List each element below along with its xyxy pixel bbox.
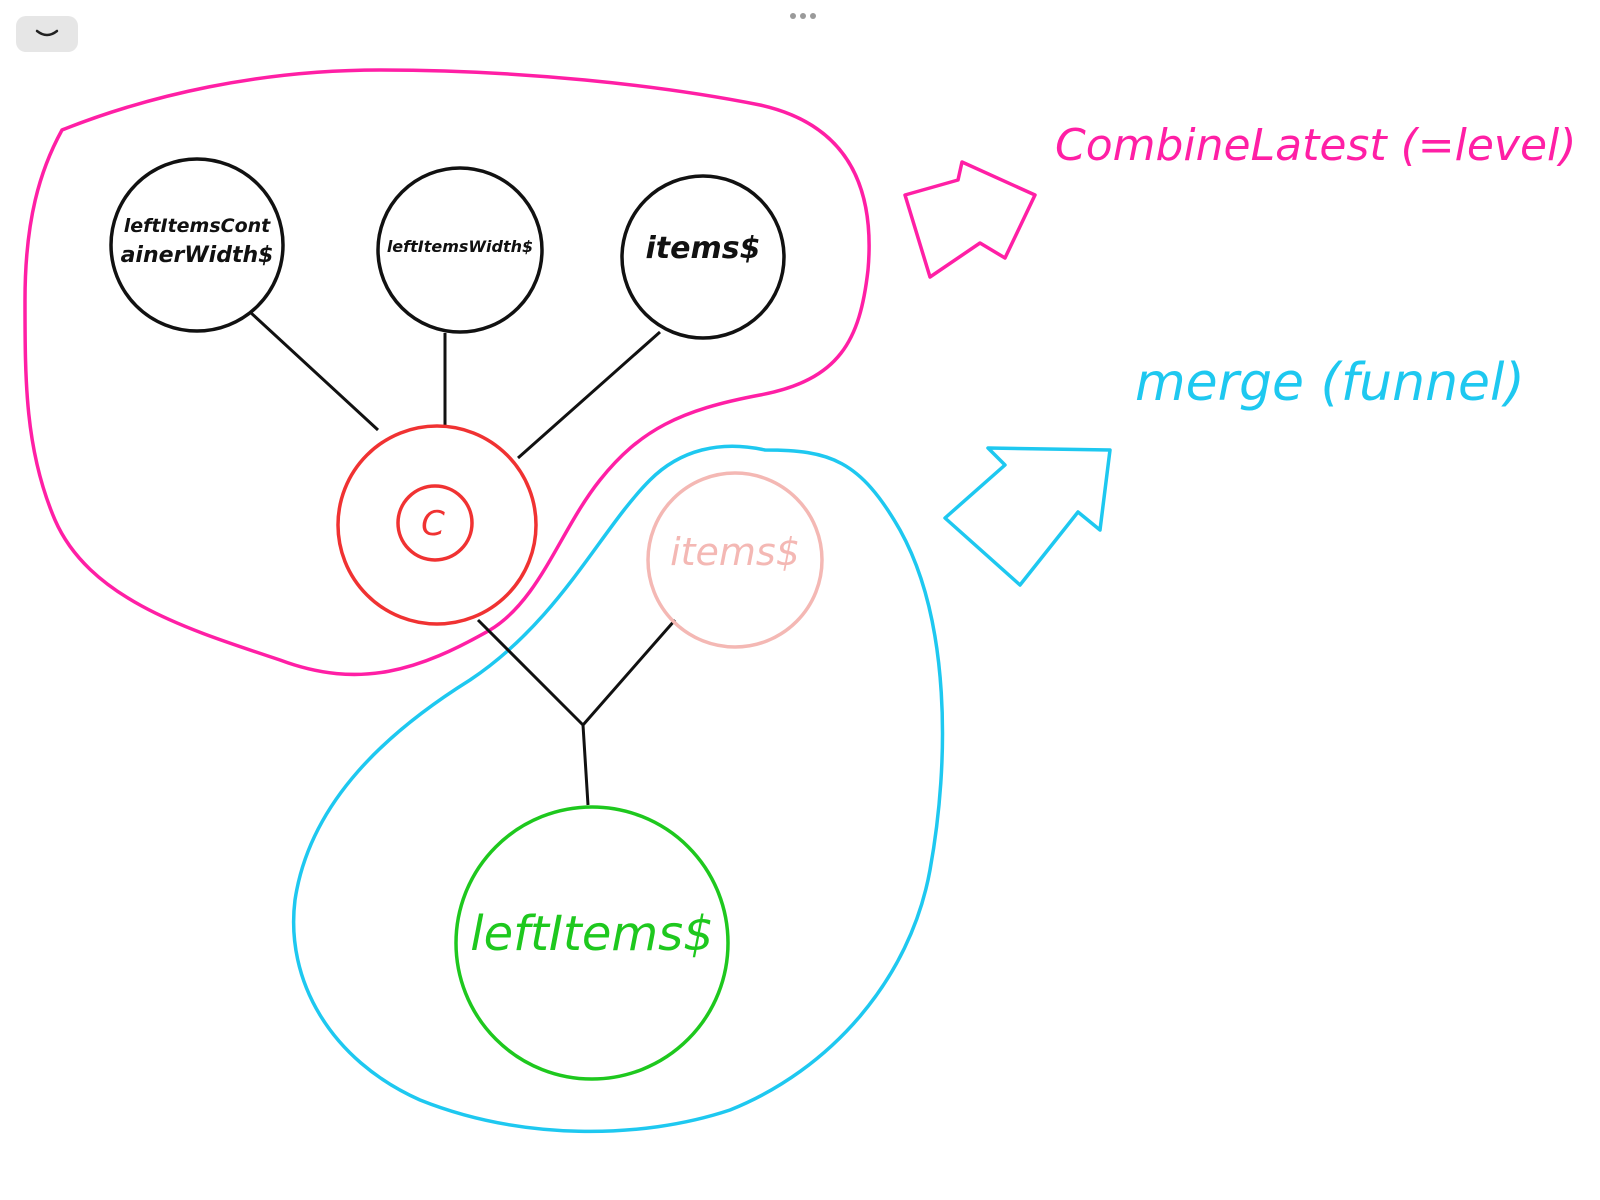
diagram-drawing: leftItemsCont ainerWidth$ leftItemsWidth… <box>23 68 1576 1134</box>
edge-items-to-combine <box>517 330 661 460</box>
node-label: leftItemsWidth$ <box>387 237 533 256</box>
combine-latest-annotation: CombineLatest (=level) <box>1055 120 1576 171</box>
node-left-items-width: leftItemsWidth$ <box>376 166 544 334</box>
merge-annotation: merge (funnel) <box>1135 353 1525 413</box>
edge-combine-to-left-items <box>476 618 585 727</box>
node-label: leftItems$ <box>470 906 713 962</box>
node-label: items$ <box>670 530 800 574</box>
combine-latest-arrow-icon <box>903 160 1037 279</box>
node-items: items$ <box>620 174 786 340</box>
node-left-items-container-width: leftItemsCont ainerWidth$ <box>109 157 285 333</box>
whiteboard-canvas: leftItemsCont ainerWidth$ leftItemsWidth… <box>0 0 1600 1200</box>
combine-symbol: C <box>421 504 445 544</box>
merge-arrow-icon <box>943 446 1112 587</box>
node-items-faded: items$ <box>646 471 824 649</box>
merge-group-outline <box>291 444 945 1134</box>
node-label: ainerWidth$ <box>121 243 274 268</box>
edge-faded-items-to-left-items <box>581 619 677 726</box>
node-label: leftItemsCont <box>124 215 271 237</box>
edge-merge-to-left-items <box>581 724 590 806</box>
combine-latest-group-outline <box>23 68 871 677</box>
edge-container-width-to-combine <box>248 310 380 432</box>
node-left-items: leftItems$ <box>454 805 730 1081</box>
node-combine: C <box>336 424 538 626</box>
node-label: items$ <box>646 231 761 266</box>
